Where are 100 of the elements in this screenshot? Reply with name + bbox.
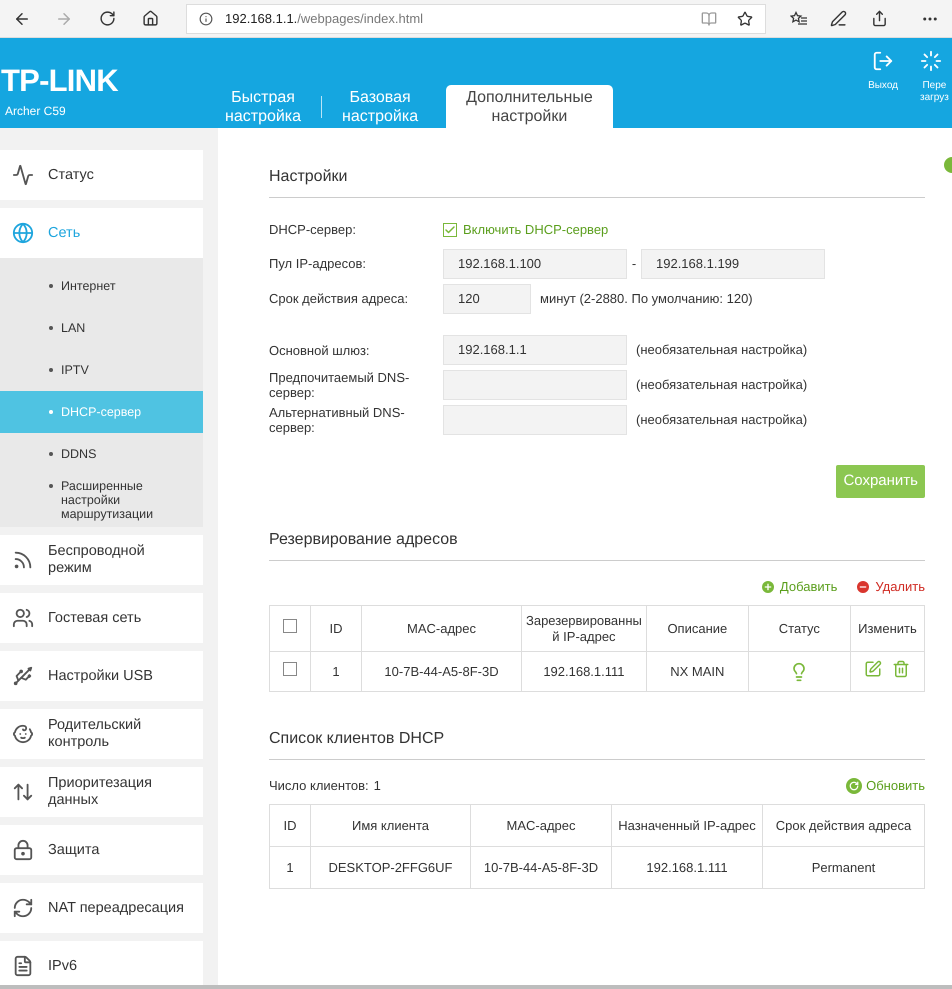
status-monitor-icon [12,164,34,186]
field-hint: (необязательная настройка) [636,376,808,394]
table-cell: 192.168.1.111 [612,846,762,888]
refresh-icon [846,778,862,794]
field-label: Альтернативный DNS- сервер: [269,405,406,435]
column-header: Статус [748,606,850,652]
sidebar-label: Сеть [48,224,80,242]
table-cell: 1 [310,652,362,692]
column-header: ID [310,606,362,652]
column-header: Зарезервированны й IP-адрес [522,606,646,652]
sidebar-label: Защита [48,842,100,858]
submenu-label: DDNS [61,447,96,461]
info-icon [199,12,213,26]
table-cell: NX MAIN [646,652,748,692]
model-name: Archer C59 [5,103,67,120]
bullet-icon [49,326,53,330]
reading-view-icon[interactable] [701,10,717,26]
lock-icon [12,839,34,861]
edit-icon[interactable] [864,660,882,678]
lease-time-field[interactable]: 120 [443,284,531,314]
client-count-label: Число клиентов: [269,776,369,795]
plus-icon [760,578,776,594]
bullet-icon [49,484,53,488]
ip-end-field[interactable]: 192.168.1.199 [641,249,825,279]
sidebar-label: NAT переадресация [48,900,184,916]
sidebar-item[interactable]: Настройки USB [0,651,203,701]
table-cell: 1 [270,846,310,888]
section-title: Список клиентов DHCP [269,727,925,760]
submenu-item[interactable]: LAN [0,307,203,349]
sidebar-label: Настройки USB [48,668,153,684]
checkbox[interactable] [443,223,457,237]
globe-icon [12,222,34,244]
sidebar-item[interactable]: Статус [0,150,203,200]
share-icon[interactable] [871,10,888,27]
favorites-icon[interactable] [790,10,808,26]
input-field[interactable]: 192.168.1.1 [443,335,627,365]
column-header: Описание [646,606,748,652]
field-label: Основной шлюз: [269,342,371,358]
checkbox[interactable] [283,662,297,676]
spinner-icon [920,50,942,72]
submenu-label: Расширенные настройки маршрутизации [61,479,154,521]
sidebar-label: Приоритезация данных [48,775,152,809]
parental-icon [12,723,34,745]
field-hint: (необязательная настройка) [636,411,808,430]
minus-icon [855,578,872,594]
sidebar-item[interactable]: NAT переадресация [0,883,203,933]
sidebar-item[interactable]: Гостевая сеть [0,593,203,643]
trash-icon[interactable] [892,660,910,678]
home-icon[interactable] [142,10,159,27]
table-cell: 192.168.1.111 [522,652,646,692]
bullet-icon [49,368,53,372]
field-label: Срок действия адреса: [269,290,410,308]
sidebar-item[interactable]: Защита [0,825,203,875]
submenu-item[interactable]: DDNS [0,433,203,475]
sidebar-item[interactable]: Приоритезация данных [0,767,203,817]
client-count: 1 [374,776,381,795]
refresh-arrows-icon [12,897,34,919]
pen-icon[interactable] [830,10,847,27]
bullet-icon [49,284,53,288]
column-header: MAC-адрес [362,606,522,652]
field-hint: (необязательная настройка) [636,341,808,360]
table-cell: DESKTOP-2FFG6UF [310,846,470,888]
submenu-label: IPTV [61,363,89,377]
table-cell: 10-7B-44-A5-8F-3D [362,652,522,692]
column-header: Срок действия адреса [762,804,924,846]
sidebar-item[interactable]: IPv6 [0,941,203,985]
usb-icon [12,665,34,687]
delete-button[interactable]: Удалить [855,576,925,596]
submenu-label: LAN [61,321,86,335]
url-text: 192.168.1.1./webpages/index.html [225,10,424,28]
refresh-icon[interactable] [99,10,116,27]
nav-tab[interactable]: Дополнительные настройки [446,85,613,128]
sidebar-item[interactable]: Беспроводной режим [0,535,203,585]
field-label: Предпочитаемый DNS- сервер: [269,370,410,400]
guests-icon [12,607,34,629]
sidebar-label: Беспроводной режим [48,543,145,577]
address-bar[interactable]: 192.168.1.1./webpages/index.html [186,4,766,34]
submenu-item[interactable]: IPTV [0,349,203,391]
submenu-item[interactable]: Интернет [0,265,203,307]
submenu-label: Интернет [61,279,116,293]
field-hint: минут (2-2880. По умолчанию: 120) [540,290,753,308]
sidebar-item[interactable]: Родительский контроль [0,709,203,759]
ip-start-field[interactable]: 192.168.1.100 [443,249,627,279]
input-field[interactable] [443,405,627,435]
logout-icon [872,50,894,72]
field-label: DHCP-сервер: [269,221,357,240]
submenu-item[interactable]: Расширенные настройки маршрутизации [0,475,203,525]
section-title: Настройки [269,165,925,198]
checkbox[interactable] [283,618,297,633]
sidebar-label: Гостевая сеть [48,610,142,626]
field-label: Пул IP-адресов: [269,255,368,274]
column-header: Имя клиента [310,804,470,846]
table-cell: 10-7B-44-A5-8F-3D [470,846,612,888]
star-icon[interactable] [737,10,753,26]
input-field[interactable] [443,370,627,400]
sidebar-label: IPv6 [48,958,78,974]
horizontal-scrollbar[interactable] [0,985,952,989]
bullet-icon [49,410,53,414]
column-header: Назначенный IP-адрес [612,804,762,846]
wireless-icon [12,549,34,571]
